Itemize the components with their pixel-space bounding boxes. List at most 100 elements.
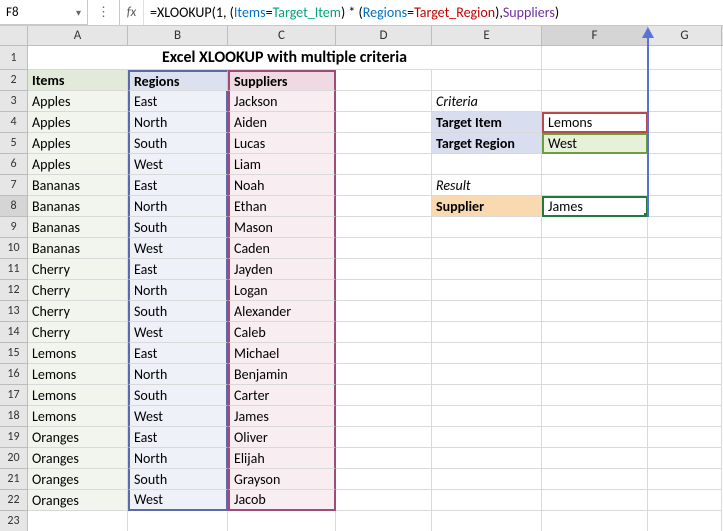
cell-G5[interactable] [648, 133, 722, 154]
row-header-19[interactable]: 19 [0, 427, 28, 448]
row-header-22[interactable]: 22 [0, 490, 28, 511]
cell-G2[interactable] [648, 70, 722, 91]
cell-region-3[interactable]: East [128, 91, 228, 112]
row-header-18[interactable]: 18 [0, 406, 28, 427]
row-header-2[interactable]: 2 [0, 70, 28, 91]
row-header-9[interactable]: 9 [0, 217, 28, 238]
col-header-B[interactable]: B [128, 26, 228, 45]
target-region-value[interactable]: West [542, 133, 648, 154]
col-header-A[interactable]: A [28, 26, 128, 45]
cell-supplier-10[interactable]: Caden [228, 238, 336, 259]
cell-G19[interactable] [648, 427, 722, 448]
cell-item-16[interactable]: Lemons [28, 364, 128, 385]
cell-F9[interactable] [542, 217, 648, 238]
cell-D13[interactable] [336, 301, 432, 322]
cell-G15[interactable] [648, 343, 722, 364]
cell-F1[interactable] [542, 46, 648, 70]
fx-icon[interactable]: fx [120, 0, 144, 25]
cell-region-6[interactable]: West [128, 154, 228, 175]
cell-item-5[interactable]: Apples [28, 133, 128, 154]
cell-E9[interactable] [432, 217, 542, 238]
cell-D18[interactable] [336, 406, 432, 427]
cell-supplier-17[interactable]: Carter [228, 385, 336, 406]
cell-E16[interactable] [432, 364, 542, 385]
cell-supplier-7[interactable]: Noah [228, 175, 336, 196]
cell-G11[interactable] [648, 259, 722, 280]
cell-D15[interactable] [336, 343, 432, 364]
row-header-6[interactable]: 6 [0, 154, 28, 175]
cell-F10[interactable] [542, 238, 648, 259]
cell-item-18[interactable]: Lemons [28, 406, 128, 427]
cell-D6[interactable] [336, 154, 432, 175]
col-header-E[interactable]: E [432, 26, 542, 45]
row-header-1[interactable]: 1 [0, 46, 28, 70]
cell-item-17[interactable]: Lemons [28, 385, 128, 406]
cell-supplier-11[interactable]: Jayden [228, 259, 336, 280]
cell-G7[interactable] [648, 175, 722, 196]
cell-C23[interactable] [228, 511, 336, 531]
cell-region-16[interactable]: North [128, 364, 228, 385]
supplier-label[interactable]: Supplier [432, 196, 542, 217]
row-header-23[interactable]: 23 [0, 511, 28, 531]
cell-F13[interactable] [542, 301, 648, 322]
cell-item-12[interactable]: Cherry [28, 280, 128, 301]
cell-D21[interactable] [336, 469, 432, 490]
cell-item-7[interactable]: Bananas [28, 175, 128, 196]
cell-supplier-21[interactable]: Grayson [228, 469, 336, 490]
header-items[interactable]: Items [28, 70, 128, 91]
target-item-value[interactable]: Lemons [542, 112, 648, 133]
cell-item-4[interactable]: Apples [28, 112, 128, 133]
cell-item-14[interactable]: Cherry [28, 322, 128, 343]
cell-A23[interactable] [28, 511, 128, 531]
cell-region-15[interactable]: East [128, 343, 228, 364]
cell-E22[interactable] [432, 490, 542, 511]
cell-region-17[interactable]: South [128, 385, 228, 406]
cell-F23[interactable] [542, 511, 648, 531]
cell-F17[interactable] [542, 385, 648, 406]
row-header-20[interactable]: 20 [0, 448, 28, 469]
row-header-3[interactable]: 3 [0, 91, 28, 112]
cell-region-14[interactable]: West [128, 322, 228, 343]
cell-E12[interactable] [432, 280, 542, 301]
cell-supplier-12[interactable]: Logan [228, 280, 336, 301]
header-regions[interactable]: Regions [128, 70, 228, 91]
cell-G6[interactable] [648, 154, 722, 175]
row-header-14[interactable]: 14 [0, 322, 28, 343]
cell-F15[interactable] [542, 343, 648, 364]
cell-region-20[interactable]: North [128, 448, 228, 469]
cell-region-22[interactable]: West [128, 490, 228, 511]
cell-supplier-13[interactable]: Alexander [228, 301, 336, 322]
cell-item-3[interactable]: Apples [28, 91, 128, 112]
row-header-21[interactable]: 21 [0, 469, 28, 490]
cell-supplier-15[interactable]: Michael [228, 343, 336, 364]
col-header-G[interactable]: G [648, 26, 722, 45]
cell-D16[interactable] [336, 364, 432, 385]
criteria-title[interactable]: Criteria [432, 91, 542, 112]
grid[interactable]: 1Excel XLOOKUP with multiple criteria2It… [0, 46, 723, 531]
cell-G23[interactable] [648, 511, 722, 531]
cell-D22[interactable] [336, 490, 432, 511]
cell-G18[interactable] [648, 406, 722, 427]
cell-G22[interactable] [648, 490, 722, 511]
cell-supplier-16[interactable]: Benjamin [228, 364, 336, 385]
cell-region-11[interactable]: East [128, 259, 228, 280]
cell-item-19[interactable]: Oranges [28, 427, 128, 448]
cell-supplier-20[interactable]: Elijah [228, 448, 336, 469]
row-header-13[interactable]: 13 [0, 301, 28, 322]
cell-F12[interactable] [542, 280, 648, 301]
cell-supplier-4[interactable]: Aiden [228, 112, 336, 133]
select-all-corner[interactable] [0, 26, 28, 45]
cell-region-13[interactable]: South [128, 301, 228, 322]
cell-region-10[interactable]: West [128, 238, 228, 259]
cell-item-15[interactable]: Lemons [28, 343, 128, 364]
cell-item-8[interactable]: Bananas [28, 196, 128, 217]
cell-D19[interactable] [336, 427, 432, 448]
cell-E6[interactable] [432, 154, 542, 175]
cell-G17[interactable] [648, 385, 722, 406]
cell-E21[interactable] [432, 469, 542, 490]
cell-G14[interactable] [648, 322, 722, 343]
cell-G9[interactable] [648, 217, 722, 238]
cell-D23[interactable] [336, 511, 432, 531]
cell-D14[interactable] [336, 322, 432, 343]
cell-supplier-6[interactable]: Liam [228, 154, 336, 175]
